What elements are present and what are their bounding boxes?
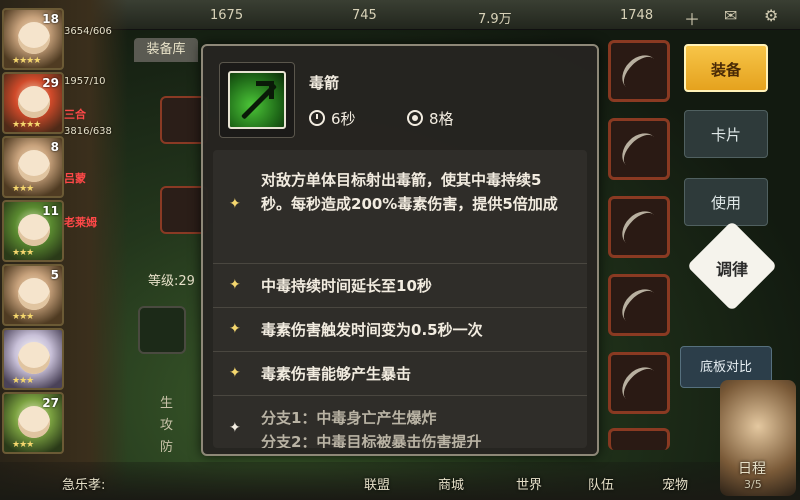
equip-button[interactable]: 装备	[684, 44, 768, 92]
hero-name: 吕蒙	[64, 172, 86, 185]
hero-card[interactable]: 27 ★★★	[2, 392, 64, 454]
star-icon: ★★★★	[12, 120, 41, 130]
weapon-slot[interactable]	[608, 352, 670, 414]
hero-portrait	[18, 214, 50, 246]
bow-icon	[615, 204, 665, 254]
hero-level: 5	[50, 268, 59, 282]
weapon-slot[interactable]	[608, 118, 670, 180]
mail-icon[interactable]: ✉	[724, 6, 737, 25]
resource-value: 1675	[210, 8, 244, 23]
nav-world[interactable]: 世界	[516, 474, 542, 493]
branch-text: 分支2：中毒目标被暴击伤害提升	[261, 433, 482, 448]
clock-icon	[309, 110, 325, 126]
target-icon	[407, 110, 423, 126]
poison-arrow-icon	[228, 71, 286, 129]
star-icon: ★★★	[12, 312, 34, 322]
hero-portrait	[18, 342, 50, 374]
upgrade-row: ✦ 中毒持续时间延长至10秒	[213, 264, 587, 308]
hero-name: 老莱姆	[64, 216, 97, 229]
tab-equipment-storage[interactable]: 装备库	[134, 38, 198, 62]
skill-name: 毒箭	[309, 74, 340, 92]
hero-hp: 3654/606	[64, 26, 112, 37]
hero-portrait	[18, 22, 50, 54]
hero-card[interactable]: 11 ★★★	[2, 200, 64, 262]
resource-value: 7.9万	[478, 12, 512, 27]
stat-label: 防	[160, 440, 174, 455]
skill-description-row: ✦ 对敌方单体目标射出毒箭，使其中毒持续5秒。每秒造成200%毒素伤害，提供5倍…	[213, 150, 587, 264]
upgrade-text: 毒素伤害能够产生暴击	[261, 365, 412, 383]
hero-card[interactable]: ★★★	[2, 328, 64, 390]
hero-level: 18	[42, 12, 59, 26]
stat-label: 攻	[160, 418, 174, 433]
star-icon: ★★★★	[12, 56, 41, 66]
skill-description: 对敌方单体目标射出毒箭，使其中毒持续5秒。每秒造成200%毒素伤害，提供5倍加成	[261, 171, 558, 213]
hero-hp: 1957/10	[64, 76, 106, 87]
star-icon: ★★★	[12, 184, 34, 194]
weapon-slot[interactable]	[608, 428, 670, 450]
skill-slot[interactable]	[138, 306, 186, 354]
skill-range: 8格	[407, 108, 454, 129]
range-value: 8格	[429, 110, 454, 128]
use-button[interactable]: 使用	[684, 178, 768, 226]
star-icon: ★★★	[12, 440, 34, 450]
hero-level: 11	[42, 204, 59, 218]
skill-effects-list: ✦ 对敌方单体目标射出毒箭，使其中毒持续5秒。每秒造成200%毒素伤害，提供5倍…	[213, 150, 587, 448]
resource-value: 1748	[620, 8, 654, 23]
star-icon: ✦	[229, 196, 241, 212]
tune-button[interactable]: 调律	[700, 256, 764, 280]
cooldown-value: 6秒	[331, 110, 356, 128]
hero-name: 三合	[64, 108, 86, 121]
nav-team[interactable]: 队伍	[588, 474, 614, 493]
hero-card[interactable]: 29 ★★★★	[2, 72, 64, 134]
bow-icon	[615, 282, 665, 332]
bow-icon	[615, 48, 665, 98]
skill-cooldown: 6秒	[309, 108, 356, 129]
skill-tooltip: 毒箭 6秒 8格 ✦ 对敌方单体目标射出毒箭，使其中毒持续5秒。每秒造成200%…	[201, 44, 599, 456]
hero-portrait	[18, 150, 50, 182]
star-icon: ✦	[229, 420, 241, 436]
plus-icon[interactable]: ＋	[684, 6, 700, 30]
hero-level: 8	[50, 140, 59, 154]
upgrade-text: 毒素伤害触发时间变为0.5秒一次	[261, 321, 483, 339]
hero-card[interactable]: 8 ★★★	[2, 136, 64, 198]
schedule-label: 日程	[738, 461, 766, 477]
resource-value: 745	[352, 8, 377, 23]
upgrade-row: ✦ 毒素伤害能够产生暴击	[213, 352, 587, 396]
nav-alliance[interactable]: 联盟	[364, 474, 390, 493]
star-icon: ✦	[229, 321, 241, 337]
hero-card[interactable]: 5 ★★★	[2, 264, 64, 326]
nav-shop[interactable]: 商城	[438, 474, 464, 493]
hero-level: 27	[42, 396, 59, 410]
star-icon: ★★★	[12, 248, 34, 258]
resource-bar: 1675 745 7.9万 1748 ＋ ✉ ⚙	[60, 0, 800, 30]
bow-icon	[615, 126, 665, 176]
hero-card[interactable]: 18 ★★★★	[2, 8, 64, 70]
weapon-slot[interactable]	[608, 274, 670, 336]
bow-icon	[615, 360, 665, 410]
weapon-list	[604, 40, 674, 450]
chat-preview[interactable]: 急乐孝:	[62, 474, 105, 493]
weapon-slot[interactable]	[608, 196, 670, 258]
star-icon: ✦	[229, 277, 241, 293]
gear-icon[interactable]: ⚙	[764, 6, 778, 25]
level-label: 等级:29	[148, 274, 195, 289]
schedule-count: 3/5	[744, 478, 762, 491]
hero-level: 29	[42, 76, 59, 90]
skill-icon-frame	[219, 62, 295, 138]
upgrade-text: 中毒持续时间延长至10秒	[261, 277, 432, 295]
nav-pets[interactable]: 宠物	[662, 474, 688, 493]
stat-label: 生	[160, 396, 174, 411]
hero-portrait	[18, 86, 50, 118]
branch-row: ✦ 分支1：中毒身亡产生爆炸 分支2：中毒目标被暴击伤害提升	[213, 396, 587, 448]
hero-hp: 3816/638	[64, 126, 112, 137]
branch-text: 分支1：中毒身亡产生爆炸	[261, 409, 437, 427]
hero-roster: 18 ★★★★ 3654/606 29 ★★★★ 1957/10 三合 3816…	[0, 0, 128, 500]
hero-portrait	[18, 278, 50, 310]
weapon-slot[interactable]	[608, 40, 670, 102]
upgrade-row: ✦ 毒素伤害触发时间变为0.5秒一次	[213, 308, 587, 352]
cards-button[interactable]: 卡片	[684, 110, 768, 158]
star-icon: ✦	[229, 365, 241, 381]
star-icon: ★★★	[12, 376, 34, 386]
hero-portrait	[18, 406, 50, 438]
